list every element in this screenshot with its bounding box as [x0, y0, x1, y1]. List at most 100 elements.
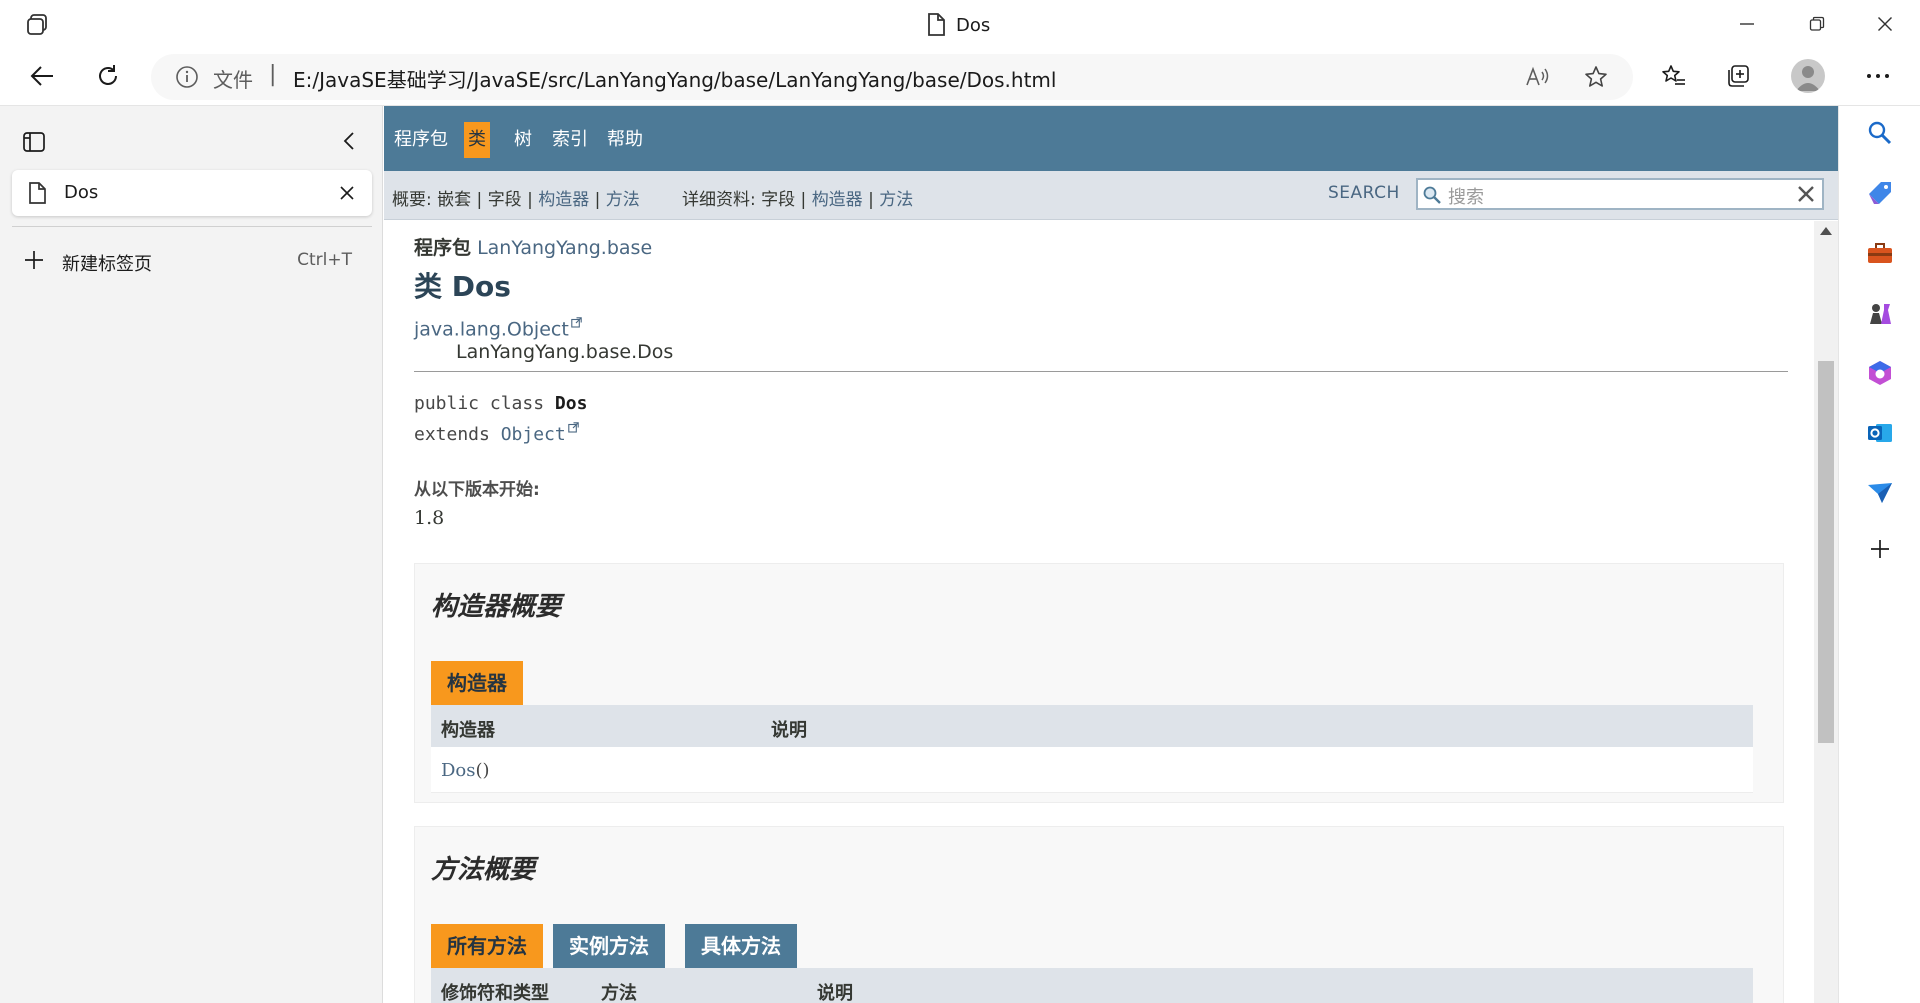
back-button[interactable] [20, 54, 64, 98]
tab-concrete-methods[interactable]: 具体方法 [685, 924, 797, 968]
nav-class[interactable]: 类 [464, 122, 490, 158]
sidebar-shopping-button[interactable] [1863, 176, 1897, 210]
tab-all-methods[interactable]: 所有方法 [431, 924, 543, 968]
office-icon [1869, 361, 1891, 385]
collections-button[interactable] [1716, 54, 1760, 98]
summary-prefix: 概要: [392, 190, 432, 210]
object-link[interactable]: java.lang.Object [414, 318, 569, 340]
class-signature: public class Dos [414, 393, 587, 414]
nav-index[interactable]: 索引 [548, 122, 592, 158]
new-tab-button[interactable]: 新建标签页 Ctrl+T [12, 238, 372, 282]
constructor-summary-title: 构造器概要 [431, 592, 562, 622]
minimize-button[interactable] [1712, 0, 1782, 48]
constructor-link[interactable]: Dos [441, 760, 476, 781]
scroll-up-arrow-icon[interactable] [1820, 227, 1832, 235]
detail-method-link[interactable]: 方法 [879, 190, 913, 210]
favorites-list-icon [1662, 65, 1685, 85]
sep: | [800, 190, 807, 210]
scrollbar-thumb[interactable] [1818, 361, 1834, 743]
close-window-button[interactable] [1850, 0, 1920, 48]
close-icon [340, 186, 354, 200]
sidebar-outlook-button[interactable] [1863, 416, 1897, 450]
constructor-cell[interactable]: Dos() [441, 760, 490, 781]
search-input[interactable]: 搜索 [1416, 178, 1824, 210]
close-icon [1878, 17, 1892, 31]
column-modifier-type: 修饰符和类型 [441, 983, 549, 1003]
info-icon[interactable] [175, 65, 199, 89]
inheritance-parent[interactable]: java.lang.Object [414, 317, 582, 340]
new-tab-label: 新建标签页 [62, 254, 152, 275]
profile-button[interactable] [1786, 54, 1830, 98]
close-tab-button[interactable] [336, 182, 358, 204]
favorite-button[interactable] [1581, 62, 1611, 92]
toolbox-icon [1868, 243, 1892, 263]
detail-constructor-link[interactable]: 构造器 [812, 190, 863, 210]
method-summary: 方法概要 所有方法 实例方法 具体方法 修饰符和类型 方法 说明 [414, 826, 1784, 1003]
address-bar[interactable]: 文件 | E:/JavaSE基础学习/JavaSE/src/LanYangYan… [151, 54, 1633, 100]
package-link[interactable]: LanYangYang.base [477, 237, 652, 259]
paper-plane-icon [1868, 483, 1892, 503]
outlook-icon [1868, 424, 1892, 442]
shopping-tag-icon [1869, 182, 1891, 204]
divider [414, 371, 1788, 372]
tab-dos[interactable]: Dos [12, 170, 372, 216]
read-aloud-icon [1526, 66, 1549, 86]
extends-object-link[interactable]: Object [501, 424, 566, 445]
settings-more-button[interactable] [1856, 54, 1900, 98]
chess-icon [1870, 304, 1891, 324]
tab-actions-icon[interactable] [24, 11, 52, 39]
sep: | [476, 190, 483, 210]
minimize-icon [1740, 23, 1754, 25]
summary-constructor-link[interactable]: 构造器 [538, 190, 589, 210]
sep: | [594, 190, 601, 210]
tab-label: Dos [64, 182, 99, 203]
page-icon [29, 182, 46, 204]
tab-instance-methods[interactable]: 实例方法 [553, 924, 665, 968]
signature-name: Dos [554, 393, 588, 414]
page-scrollbar[interactable] [1814, 221, 1838, 1003]
search-icon [1423, 186, 1441, 204]
sidebar-tools-button[interactable] [1863, 236, 1897, 270]
url-separator: | [269, 62, 277, 87]
url-text[interactable]: E:/JavaSE基础学习/JavaSE/src/LanYangYang/bas… [293, 64, 1056, 93]
favorites-button[interactable] [1652, 54, 1696, 98]
sidebar-send-button[interactable] [1863, 476, 1897, 510]
detail-prefix: 详细资料: [682, 190, 756, 210]
tab-actions-menu-icon[interactable] [22, 130, 46, 154]
chevron-left-icon [343, 132, 354, 150]
site-info-label[interactable]: 文件 [213, 64, 253, 93]
method-table-header: 修饰符和类型 方法 说明 [431, 968, 1753, 1003]
signature-modifiers: public class [414, 393, 555, 414]
nav-help[interactable]: 帮助 [603, 122, 647, 158]
sidebar-games-button[interactable] [1863, 296, 1897, 330]
extends-keyword: extends [414, 424, 501, 445]
read-aloud-button[interactable] [1523, 62, 1553, 92]
constructor-table-header: 构造器 说明 [431, 705, 1753, 747]
summary-field: 字段 [487, 190, 522, 210]
constructor-summary: 构造器概要 构造器 构造器 说明 Dos() [414, 563, 1784, 803]
summary-method-link[interactable]: 方法 [606, 190, 640, 210]
sidebar-office-button[interactable] [1863, 356, 1897, 390]
tab-constructors[interactable]: 构造器 [431, 661, 523, 705]
nav-package[interactable]: 程序包 [390, 122, 452, 158]
collections-icon [1728, 65, 1749, 87]
window-title: Dos [926, 12, 990, 38]
external-link-icon [567, 422, 579, 433]
method-summary-title: 方法概要 [431, 855, 536, 885]
plus-icon [25, 251, 43, 269]
constructor-params: () [475, 760, 490, 781]
javadoc-top-nav: 程序包 类 树 索引 帮助 [384, 106, 1838, 171]
external-link-icon [571, 317, 582, 328]
column-constructor: 构造器 [441, 720, 495, 741]
restore-button[interactable] [1782, 0, 1852, 48]
title-bar: Dos [0, 0, 1920, 50]
javadoc-sub-nav: 概要: 嵌套 | 字段 | 构造器 | 方法 详细资料: 字段 | 构造器 | … [384, 171, 1838, 220]
clear-icon[interactable] [1796, 184, 1816, 204]
sidebar-search-button[interactable] [1863, 116, 1897, 150]
restore-icon [1809, 16, 1825, 31]
collapse-pane-button[interactable] [334, 126, 364, 156]
refresh-button[interactable] [86, 54, 130, 98]
sidebar-customize-button[interactable] [1863, 532, 1897, 566]
sep: | [868, 190, 874, 210]
nav-tree[interactable]: 树 [510, 122, 536, 158]
